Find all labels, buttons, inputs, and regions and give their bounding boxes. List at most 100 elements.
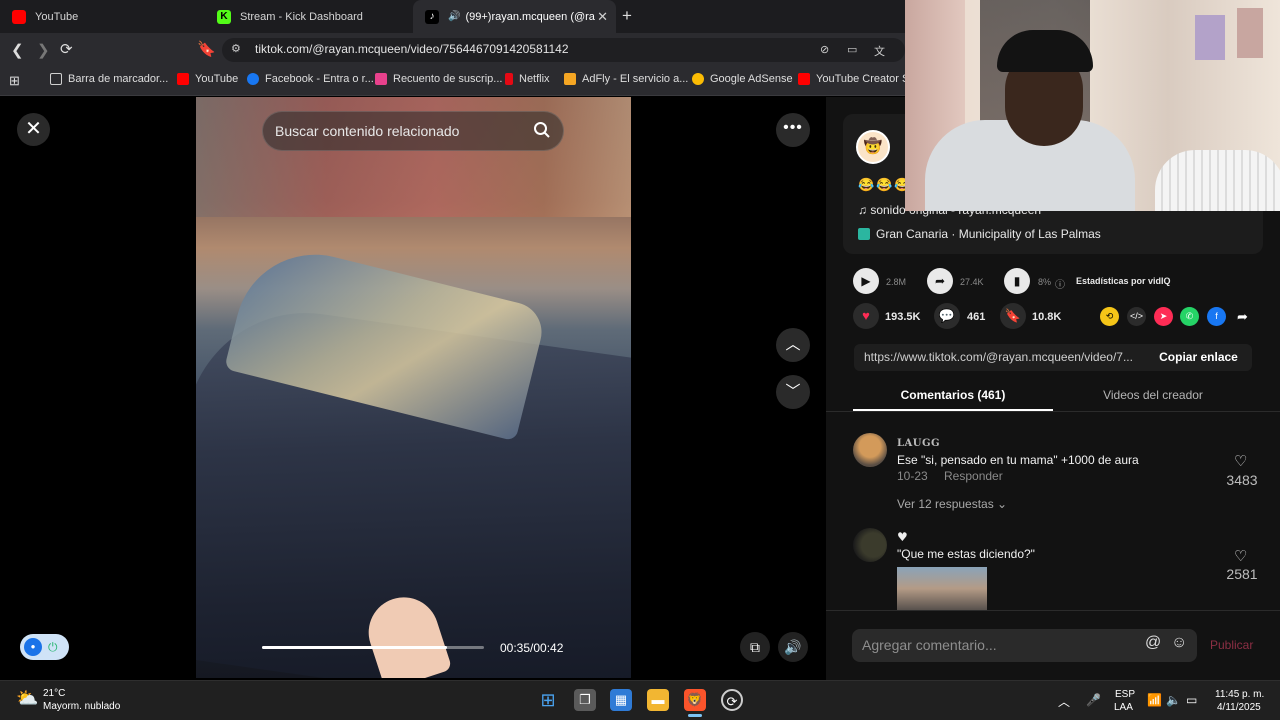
- video-player[interactable]: [196, 97, 631, 678]
- location-link[interactable]: Gran Canaria · Municipality of Las Palma…: [858, 227, 1101, 241]
- translate-icon[interactable]: 文: [874, 43, 885, 59]
- shares-count: 27.4K: [960, 277, 984, 287]
- store-icon[interactable]: ▦: [610, 689, 632, 711]
- facebook-share-icon[interactable]: f: [1207, 307, 1226, 326]
- youtube-icon: [177, 73, 189, 85]
- active-app-indicator: [688, 714, 702, 717]
- new-tab-button[interactable]: +: [622, 6, 632, 26]
- bookmark-item[interactable]: Barra de marcador...: [50, 73, 168, 85]
- stats-icon[interactable]: ▮: [1004, 268, 1030, 294]
- whatsapp-icon[interactable]: ✆: [1180, 307, 1199, 326]
- send-icon[interactable]: ➤: [1154, 307, 1173, 326]
- view-replies-button[interactable]: Ver 12 respuestas ⌄: [897, 497, 1007, 511]
- tiktok-icon: ♪: [425, 9, 439, 24]
- copy-link-button[interactable]: Copiar enlace: [1145, 344, 1252, 371]
- comment-likes: 3483: [1226, 472, 1258, 488]
- previous-video-button[interactable]: ︿: [776, 328, 810, 362]
- bookmark-item[interactable]: Recuento de suscrip...: [375, 73, 502, 85]
- comment-icon[interactable]: 💬: [934, 303, 960, 329]
- comments-count: 461: [967, 311, 986, 323]
- more-options-button[interactable]: •••: [776, 113, 810, 147]
- info-icon[interactable]: ⓘ: [1055, 276, 1065, 291]
- bookmark-item[interactable]: YouTube: [177, 73, 238, 85]
- stats-percent: 8%: [1038, 277, 1052, 287]
- bookmark-save-icon[interactable]: 🔖: [1000, 303, 1026, 329]
- heart-icon[interactable]: ♡: [1234, 547, 1247, 565]
- temperature[interactable]: 21°C: [43, 688, 65, 699]
- clock-date[interactable]: 4/11/2025: [1217, 702, 1261, 713]
- brave-browser-icon[interactable]: 🦁: [684, 689, 706, 711]
- emoji-icon[interactable]: ☺: [1171, 634, 1187, 652]
- tab-comments[interactable]: Comentarios (461): [853, 388, 1053, 402]
- webcam-overlay: [905, 0, 1280, 211]
- close-video-button[interactable]: ✕: [17, 113, 50, 146]
- chevron-up-icon[interactable]: ︿: [1058, 693, 1070, 710]
- tab-creator-videos[interactable]: Videos del creador: [1053, 388, 1253, 402]
- language[interactable]: ESP: [1115, 689, 1135, 700]
- youtube-studio-icon: [798, 73, 810, 85]
- more-share-icon[interactable]: ➦: [1233, 307, 1252, 326]
- facebook-icon: [247, 73, 259, 85]
- webcam-person-cap: [997, 30, 1093, 72]
- comment-text: "Que me estas diciendo?": [897, 547, 1035, 561]
- keyboard-layout[interactable]: LAA: [1114, 702, 1133, 713]
- weather-icon[interactable]: ⛅: [16, 688, 38, 709]
- comment-image[interactable]: [897, 567, 987, 610]
- bookmark-item[interactable]: YouTube Creator St...: [798, 73, 905, 85]
- heart-icon[interactable]: ♡: [1234, 452, 1247, 470]
- back-icon[interactable]: ❮: [11, 41, 24, 59]
- comment-username[interactable]: ♥: [897, 530, 908, 544]
- comment-username[interactable]: LAUGG: [897, 438, 940, 449]
- no-sync-icon[interactable]: ⊘: [820, 43, 829, 56]
- power-icon: ⏻: [48, 640, 58, 654]
- webcam-poster: [1237, 8, 1263, 58]
- extension-icon: ●: [24, 638, 42, 656]
- webcam-poster: [1195, 15, 1225, 60]
- tab-tiktok[interactable]: ♪ 🔊 (99+)rayan.mcqueen (@rayan ✕: [413, 0, 616, 33]
- windows-start-icon[interactable]: ⊞: [537, 689, 559, 711]
- video-link[interactable]: https://www.tiktok.com/@rayan.mcqueen/vi…: [864, 350, 1144, 364]
- embed-icon[interactable]: </>: [1127, 307, 1146, 326]
- stats-label[interactable]: Estadísticas por vidIQ: [1076, 276, 1171, 286]
- bookmark-item[interactable]: Netflix: [505, 73, 550, 85]
- like-icon[interactable]: ♥: [853, 303, 879, 329]
- next-video-button[interactable]: ﹀: [776, 375, 810, 409]
- clock-time[interactable]: 11:45 p. m.: [1215, 689, 1264, 700]
- folder-icon: [50, 73, 62, 85]
- mention-icon[interactable]: @: [1145, 634, 1161, 652]
- bookmark-item[interactable]: Google AdSense: [692, 73, 793, 85]
- reply-button[interactable]: Responder: [944, 469, 1003, 483]
- close-tab-icon[interactable]: ✕: [597, 9, 608, 25]
- pip-icon[interactable]: ⧉: [740, 632, 770, 662]
- search-icon[interactable]: [533, 121, 551, 139]
- forward-icon[interactable]: ❯: [37, 41, 50, 59]
- reload-icon[interactable]: ⟳: [60, 40, 73, 58]
- play-icon: ▶: [853, 268, 879, 294]
- task-view-icon[interactable]: ❐: [574, 689, 596, 711]
- tab-kick[interactable]: K Stream - Kick Dashboard: [205, 0, 413, 33]
- related-search-placeholder: Buscar contenido relacionado: [275, 123, 460, 139]
- publish-button[interactable]: Publicar: [1210, 638, 1253, 652]
- avatar[interactable]: 🤠: [856, 130, 890, 164]
- cast-icon[interactable]: ▭: [847, 43, 857, 56]
- speaker-icon[interactable]: 🔈: [1166, 693, 1181, 707]
- bookmark-item[interactable]: Facebook - Entra o r...: [247, 73, 374, 85]
- app-icon[interactable]: ⟳: [721, 689, 743, 711]
- wifi-icon[interactable]: 📶: [1147, 693, 1162, 707]
- url-text[interactable]: tiktok.com/@rayan.mcqueen/video/75644670…: [255, 42, 569, 56]
- volume-icon[interactable]: 🔊: [778, 632, 808, 662]
- bookmark-item[interactable]: AdFly - El servicio a...: [564, 73, 688, 85]
- share-arrow-icon[interactable]: ➦: [927, 268, 953, 294]
- file-explorer-icon[interactable]: ▬: [647, 689, 669, 711]
- battery-icon[interactable]: ▭: [1186, 693, 1197, 707]
- weather-description[interactable]: Mayorm. nublado: [43, 701, 120, 712]
- repost-icon[interactable]: ⟲: [1100, 307, 1119, 326]
- site-settings-icon[interactable]: ⚙: [231, 42, 241, 55]
- apps-icon[interactable]: ⊞: [9, 73, 20, 89]
- bookmark-icon[interactable]: 🔖: [197, 40, 216, 58]
- tab-youtube[interactable]: YouTube: [0, 0, 205, 33]
- avatar[interactable]: [853, 433, 887, 467]
- avatar[interactable]: [853, 528, 887, 562]
- timecode: 00:35/00:42: [500, 641, 564, 655]
- microphone-icon[interactable]: 🎤: [1086, 693, 1101, 707]
